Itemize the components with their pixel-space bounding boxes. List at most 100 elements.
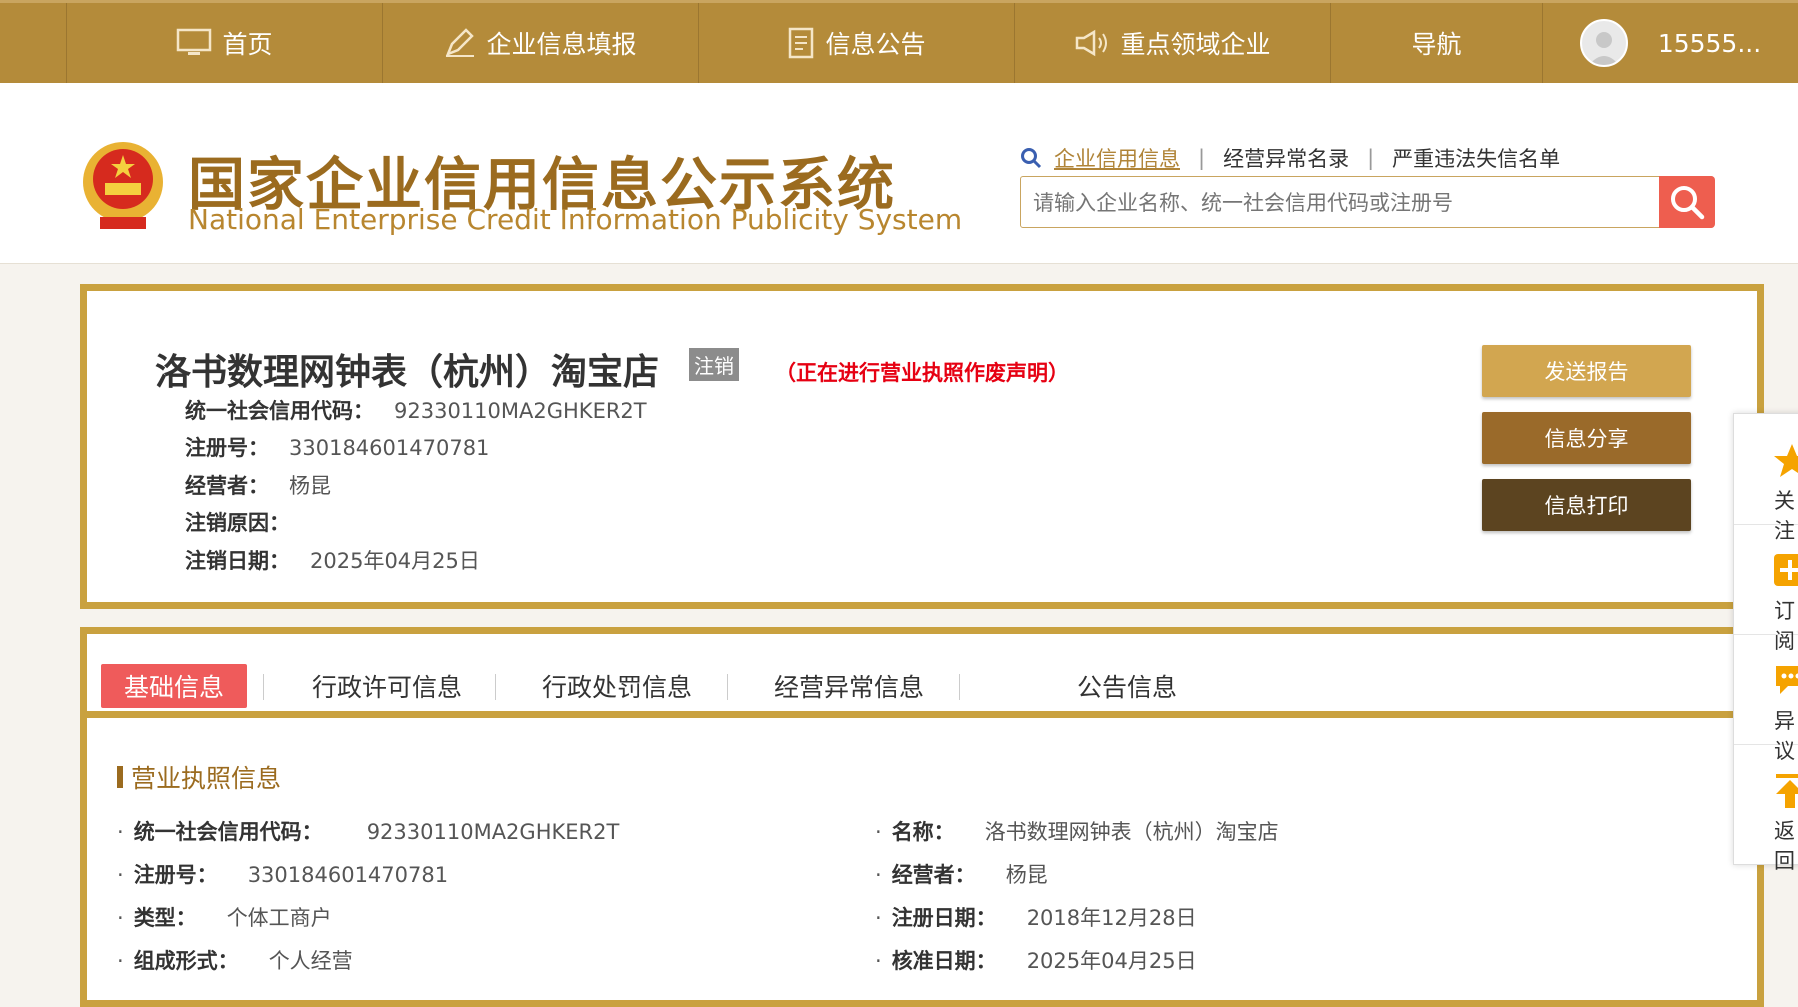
link-blacklist[interactable]: 严重违法失信名单: [1392, 143, 1560, 173]
field-value: 92330110MA2GHKER2T: [394, 399, 647, 423]
side-objection-button[interactable]: 异议: [1734, 634, 1798, 745]
search-icon: [1020, 147, 1042, 169]
field-label: 注销原因：: [185, 511, 290, 535]
license-name: ·名称：洛书数理网钟表（杭州）淘宝店: [875, 816, 1279, 846]
nav-item-navigation[interactable]: 导航: [1330, 3, 1542, 83]
link-enterprise-credit[interactable]: 企业信用信息: [1054, 143, 1180, 173]
company-summary-card: 洛书数理网钟表（杭州）淘宝店 注销 （正在进行营业执照作废声明） 统一社会信用代…: [80, 284, 1764, 609]
field-label: 核准日期：: [892, 949, 997, 973]
field-label: 注册号：: [185, 436, 269, 460]
field-value: 330184601470781: [248, 863, 448, 887]
tab-divider: [263, 674, 264, 700]
side-subscribe-button[interactable]: 订阅: [1734, 524, 1798, 635]
field-reg-no: 注册号：330184601470781: [185, 432, 489, 462]
avatar: [1580, 19, 1628, 67]
field-value: 个人经营: [269, 949, 353, 973]
print-info-button[interactable]: 信息打印: [1482, 479, 1691, 531]
chat-icon: [1772, 662, 1798, 702]
license-reg-no: ·注册号：330184601470781: [117, 859, 448, 889]
site-header: 国家企业信用信息公示系统 National Enterprise Credit …: [0, 83, 1798, 264]
nav-item-info-notice[interactable]: 信息公告: [698, 3, 1014, 83]
field-label: 统一社会信用代码：: [134, 820, 323, 844]
field-value: 2018年12月28日: [1027, 906, 1197, 930]
nav-label: 信息公告: [825, 25, 925, 61]
field-value: 杨昆: [289, 474, 331, 498]
nav-label: 导航: [1411, 25, 1461, 61]
field-label: 经营者：: [185, 474, 269, 498]
search-input[interactable]: [1031, 185, 1615, 221]
user-menu[interactable]: 15555...: [1542, 3, 1798, 83]
link-abnormal-list[interactable]: 经营异常名录: [1223, 143, 1349, 173]
share-info-button[interactable]: 信息分享: [1482, 412, 1691, 464]
arrow-up-icon: [1772, 772, 1798, 814]
speaker-icon: [1074, 29, 1110, 57]
monitor-icon: [176, 28, 212, 58]
company-name: 洛书数理网钟表（杭州）淘宝店: [155, 343, 659, 395]
field-value: 洛书数理网钟表（杭州）淘宝店: [985, 820, 1279, 844]
tab-abnormal-operation[interactable]: 经营异常信息: [749, 664, 949, 708]
bullet: ·: [875, 906, 882, 930]
bullet: ·: [875, 863, 882, 887]
nav-label: 企业信息填报: [486, 25, 636, 61]
nav-label: 重点领域企业: [1120, 25, 1270, 61]
section-marker: [117, 766, 123, 788]
bullet: ·: [117, 820, 124, 844]
nav-item-home[interactable]: 首页: [66, 3, 382, 83]
send-report-button[interactable]: 发送报告: [1482, 345, 1691, 397]
license-reg-date: · 注册日期： 2018年12月28日: [875, 902, 1197, 932]
site-title-en: National Enterprise Credit Information P…: [188, 203, 962, 236]
search-button[interactable]: [1659, 176, 1715, 228]
bullet: ·: [117, 949, 124, 973]
tab-basic-info[interactable]: 基础信息: [101, 664, 247, 708]
status-note: （正在进行营业执照作废声明）: [775, 357, 1069, 387]
detail-tabs: 基础信息 行政许可信息 行政处罚信息 经营异常信息 公告信息: [87, 634, 1771, 718]
section-title: 营业执照信息: [117, 759, 281, 795]
tab-admin-penalty[interactable]: 行政处罚信息: [517, 664, 717, 708]
nav-item-key-sector[interactable]: 重点领域企业: [1014, 3, 1330, 83]
side-follow-button[interactable]: 关注: [1734, 414, 1798, 525]
national-emblem-logo: [80, 137, 166, 237]
top-nav-bar: 首页 企业信息填报 信息公告 重点领域企业 导航 15555...: [0, 0, 1798, 83]
field-operator: 经营者： 杨昆: [185, 470, 331, 500]
section-title-text: 营业执照信息: [131, 759, 281, 795]
tab-announcements[interactable]: 公告信息: [1027, 664, 1227, 708]
search-type-links: 企业信用信息 | 经营异常名录 | 严重违法失信名单: [1020, 143, 1560, 173]
field-credit-code: 统一社会信用代码： 92330110MA2GHKER2T: [185, 395, 647, 425]
license-operator: · 经营者： 杨昆: [875, 859, 1048, 889]
field-label: 经营者：: [892, 863, 976, 887]
field-label: 注册日期：: [892, 906, 997, 930]
tab-divider: [727, 674, 728, 700]
document-icon: [787, 27, 815, 59]
field-label: 统一社会信用代码：: [185, 399, 374, 423]
field-cancel-reason: 注销原因：: [185, 507, 310, 537]
field-label: 类型：: [134, 906, 197, 930]
license-approve-date: ·核准日期：2025年04月25日: [875, 945, 1197, 975]
field-cancel-date: 注销日期： 2025年04月25日: [185, 545, 480, 575]
field-label: 注销日期：: [185, 549, 290, 573]
license-credit-code: · 统一社会信用代码： 92330110MA2GHKER2T: [117, 816, 619, 846]
bullet: ·: [117, 906, 124, 930]
side-float-toolbar: 关注 订阅 异议 返回: [1733, 413, 1798, 865]
field-value: 个体工商户: [227, 906, 332, 930]
bullet: ·: [875, 820, 882, 844]
license-type: · 类型： 个体工商户: [117, 902, 332, 932]
search-box: [1020, 176, 1714, 228]
divider: |: [1367, 146, 1374, 170]
field-value: 92330110MA2GHKER2T: [367, 820, 620, 844]
field-value: 杨昆: [1006, 863, 1048, 887]
tab-admin-license[interactable]: 行政许可信息: [287, 664, 487, 708]
status-badge: 注销: [689, 348, 739, 381]
search-icon: [1668, 183, 1706, 221]
star-icon: [1772, 442, 1798, 484]
edit-icon: [444, 28, 476, 58]
side-label: 返回: [1774, 815, 1798, 875]
user-name: 15555...: [1658, 29, 1761, 58]
detail-card: 基础信息 行政许可信息 行政处罚信息 经营异常信息 公告信息 营业执照信息 · 统…: [80, 627, 1764, 1007]
field-label: 组成形式：: [134, 949, 239, 973]
field-value: 2025年04月25日: [310, 549, 480, 573]
nav-item-enterprise-report[interactable]: 企业信息填报: [382, 3, 698, 83]
divider: |: [1198, 146, 1205, 170]
field-label: 注册号：: [134, 863, 218, 887]
bullet: ·: [875, 949, 882, 973]
side-back-to-top-button[interactable]: 返回: [1734, 744, 1798, 854]
